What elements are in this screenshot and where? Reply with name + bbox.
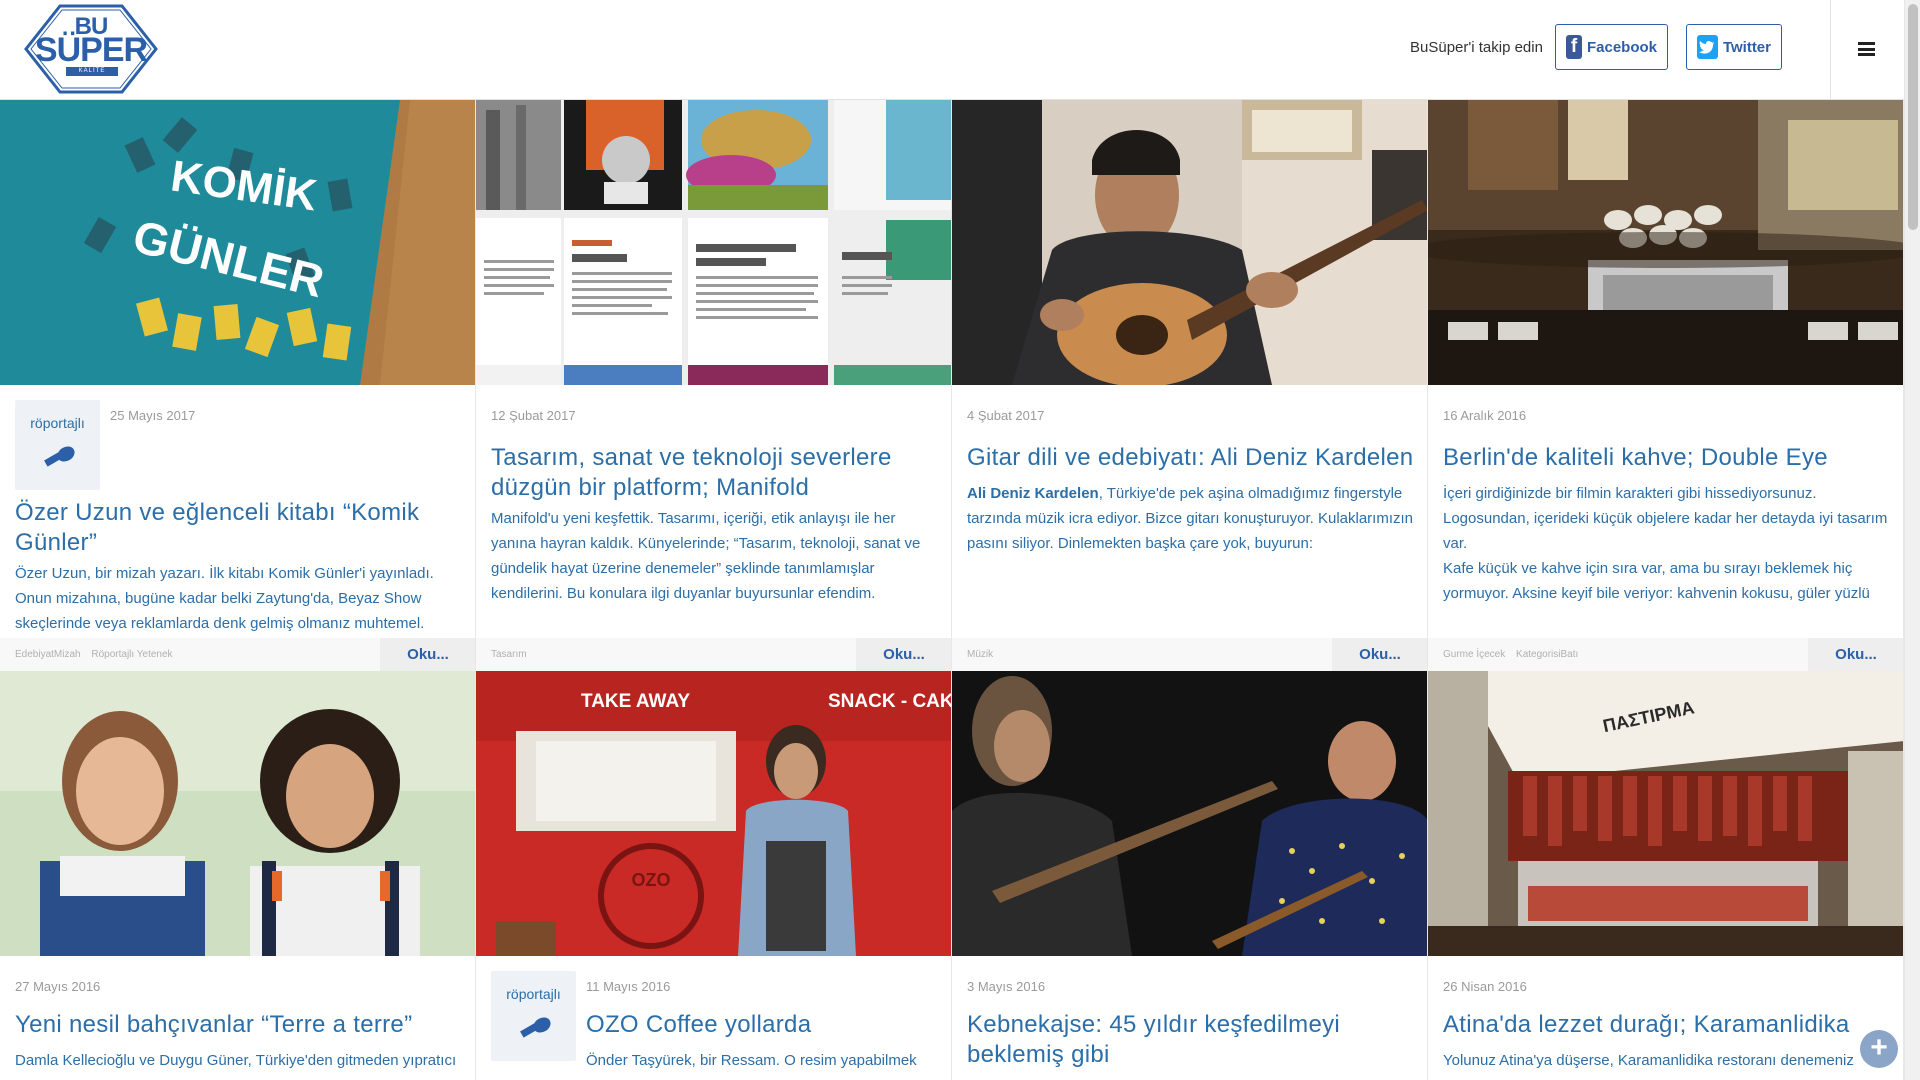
image-text-snack: SNACK - CAK <box>828 691 952 712</box>
article-title[interactable]: OZO Coffee yollarda <box>586 1010 946 1040</box>
tag-link[interactable]: Tasarım <box>491 649 527 660</box>
article-footer: Gurme İçecek KategorisiBatı Oku... <box>1428 638 1903 671</box>
article-footer: Müzik Oku... <box>952 638 1427 671</box>
article-footer: Tasarım Oku... <box>476 638 951 671</box>
image-text-ozo: OZO <box>632 870 671 890</box>
article-image[interactable]: KOMİK GÜNLER <box>0 100 475 385</box>
article-date: 25 Mayıs 2017 <box>110 408 196 423</box>
article-title[interactable]: Yeni nesil bahçıvanlar “Terre a terre” <box>15 1010 465 1040</box>
twitter-button[interactable]: Twitter <box>1686 24 1782 70</box>
tag-list: Gurme İçecek KategorisiBatı <box>1443 649 1586 660</box>
article-excerpt-continued: Kafe küçük ve kahve için sıra var, ama b… <box>1443 560 1870 602</box>
logo-tagline: KALİTE AVCISI <box>66 67 118 83</box>
facebook-icon: f <box>1566 35 1582 59</box>
facebook-button[interactable]: f Facebook <box>1555 24 1668 70</box>
article-title[interactable]: Kebnekajse: 45 yıldır keşfedilmeyi bekle… <box>967 1010 1417 1070</box>
tag-list: Tasarım <box>491 649 535 660</box>
microphone-icon <box>44 446 75 467</box>
article-title[interactable]: Atina'da lezzet durağı; Karamanlidika <box>1443 1010 1893 1040</box>
article-date: 12 Şubat 2017 <box>491 408 576 423</box>
excerpt-bold-name[interactable]: Ali Deniz Kardelen <box>967 485 1099 502</box>
interview-badge[interactable]: röportajlı <box>491 971 576 1061</box>
article-card: 3 Mayıs 2016 Kebnekajse: 45 yıldır keşfe… <box>952 671 1428 1080</box>
facebook-label: Facebook <box>1586 38 1657 56</box>
site-header: BU SÜPER KALİTE AVCISI BuSüper'i takip e… <box>0 0 1904 100</box>
article-card: 4 Şubat 2017 Gitar dili ve edebiyatı: Al… <box>952 100 1428 671</box>
scrollbar-thumb[interactable] <box>1908 4 1918 230</box>
article-title[interactable]: Gitar dili ve edebiyatı: Ali Deniz Karde… <box>967 443 1417 473</box>
read-more-button[interactable]: Oku... <box>856 638 951 671</box>
article-footer: EdebiyatMizah Röportajlı Yetenek Oku... <box>0 638 475 671</box>
twitter-label: Twitter <box>1722 38 1771 56</box>
badge-label: röportajlı <box>506 986 561 1002</box>
article-date: 3 Mayıs 2016 <box>967 979 1046 994</box>
read-more-button[interactable]: Oku... <box>380 638 475 671</box>
site-logo[interactable]: BU SÜPER KALİTE AVCISI <box>22 3 160 95</box>
article-card: 12 Şubat 2017 Tasarım, sanat ve teknoloj… <box>476 100 952 671</box>
read-more-button[interactable]: Oku... <box>1332 638 1427 671</box>
article-image[interactable] <box>952 100 1427 385</box>
article-title[interactable]: Özer Uzun ve eğlenceli kitabı “Komik Gün… <box>15 498 465 558</box>
article-card: 27 Mayıs 2016 Yeni nesil bahçıvanlar “Te… <box>0 671 476 1080</box>
read-more-button[interactable]: Oku... <box>1808 638 1903 671</box>
header-divider <box>1830 0 1831 100</box>
tag-link[interactable]: Gurme İçecek <box>1443 649 1505 660</box>
article-card: ΠΑΣΤΙΡΜΑ 26 Nisan 2016 Atina'da lezzet d… <box>1428 671 1904 1080</box>
tag-list: Müzik <box>967 649 1001 660</box>
tag-link[interactable]: KategorisiBatı <box>1516 649 1578 660</box>
tag-link[interactable]: Müzik <box>967 649 993 660</box>
article-title[interactable]: Berlin'de kaliteli kahve; Double Eye <box>1443 443 1893 473</box>
tag-link[interactable]: EdebiyatMizah <box>15 649 81 660</box>
follow-text: BuSüper'i takip edin <box>1410 39 1543 56</box>
article-image[interactable] <box>952 671 1427 956</box>
hamburger-icon[interactable] <box>1858 42 1875 56</box>
article-card: TAKE AWAY SNACK - CAK OZO röportajlı 11 … <box>476 671 952 1080</box>
article-excerpt: Özer Uzun, bir mizah yazarı. İlk kitabı … <box>15 565 434 632</box>
article-date: 27 Mayıs 2016 <box>15 979 101 994</box>
article-excerpt: Önder Taşyürek, bir Ressam. O resim yapa… <box>586 1052 917 1069</box>
microphone-icon <box>520 1017 551 1038</box>
image-text-take-away: TAKE AWAY <box>581 691 690 712</box>
article-card: KOMİK GÜNLER röportajlı 25 Mayıs 2017 Öz… <box>0 100 476 671</box>
article-date: 11 Mayıs 2016 <box>586 979 671 994</box>
logo-super-text: SÜPER <box>34 31 148 69</box>
article-title[interactable]: Tasarım, sanat ve teknoloji severlere dü… <box>491 443 941 503</box>
tag-link[interactable]: Röportajlı Yetenek <box>91 649 172 660</box>
twitter-icon <box>1697 35 1718 59</box>
tag-list: EdebiyatMizah Röportajlı Yetenek <box>15 649 181 660</box>
article-excerpt: İçeri girdiğinizde bir filmin karakteri … <box>1443 485 1888 552</box>
article-image[interactable]: TAKE AWAY SNACK - CAK OZO <box>476 671 952 956</box>
article-excerpt: Manifold'u yeni keşfettik. Tasarımı, içe… <box>491 510 921 602</box>
article-date: 4 Şubat 2017 <box>967 408 1045 423</box>
article-excerpt: Damla Kellecioğlu ve Duygu Güner, Türkiy… <box>15 1052 457 1069</box>
article-excerpt: Yolunuz Atina'ya düşerse, Karamanlidika … <box>1443 1052 1854 1069</box>
badge-label: röportajlı <box>30 415 85 431</box>
article-image[interactable]: ΠΑΣΤΙΡΜΑ <box>1428 671 1903 956</box>
article-date: 16 Aralık 2016 <box>1443 408 1527 423</box>
plus-icon[interactable]: + <box>1860 1030 1898 1068</box>
article-date: 26 Nisan 2016 <box>1443 979 1527 994</box>
article-image[interactable] <box>0 671 475 956</box>
article-card: 16 Aralık 2016 Berlin'de kaliteli kahve;… <box>1428 100 1904 671</box>
interview-badge[interactable]: röportajlı <box>15 400 100 490</box>
article-image[interactable] <box>1428 100 1903 385</box>
article-excerpt: Ali Deniz Kardelen, Türkiye'de pek aşina… <box>967 481 1419 556</box>
page-scrollbar[interactable] <box>1904 0 1920 1080</box>
article-image[interactable] <box>476 100 951 385</box>
